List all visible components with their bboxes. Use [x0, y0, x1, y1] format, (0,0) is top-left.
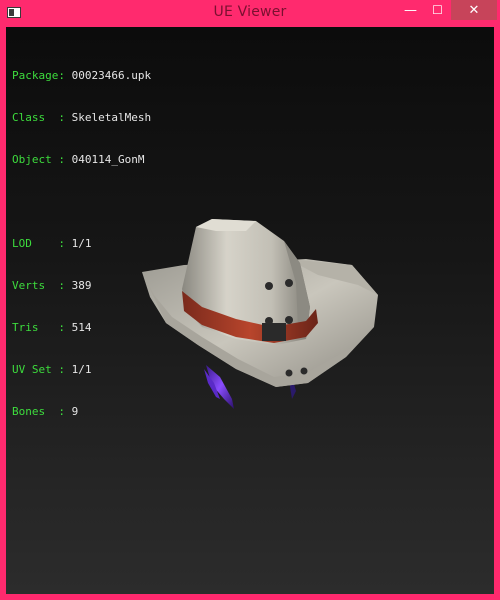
app-window: UE Viewer — ☐ ✕ Package: 00023466.upk Cl… [0, 0, 500, 600]
title-bar[interactable]: UE Viewer — ☐ ✕ [0, 0, 500, 27]
maximize-icon: ☐ [432, 3, 443, 17]
close-button[interactable]: ✕ [451, 0, 497, 20]
minimize-button[interactable]: — [397, 0, 424, 20]
hat-mesh-render[interactable] [6, 27, 494, 594]
mesh-viewport[interactable]: Package: 00023466.upk Class : SkeletalMe… [6, 27, 494, 594]
close-icon: ✕ [468, 2, 480, 18]
minimize-icon: — [404, 2, 417, 18]
maximize-button[interactable]: ☐ [424, 0, 451, 20]
